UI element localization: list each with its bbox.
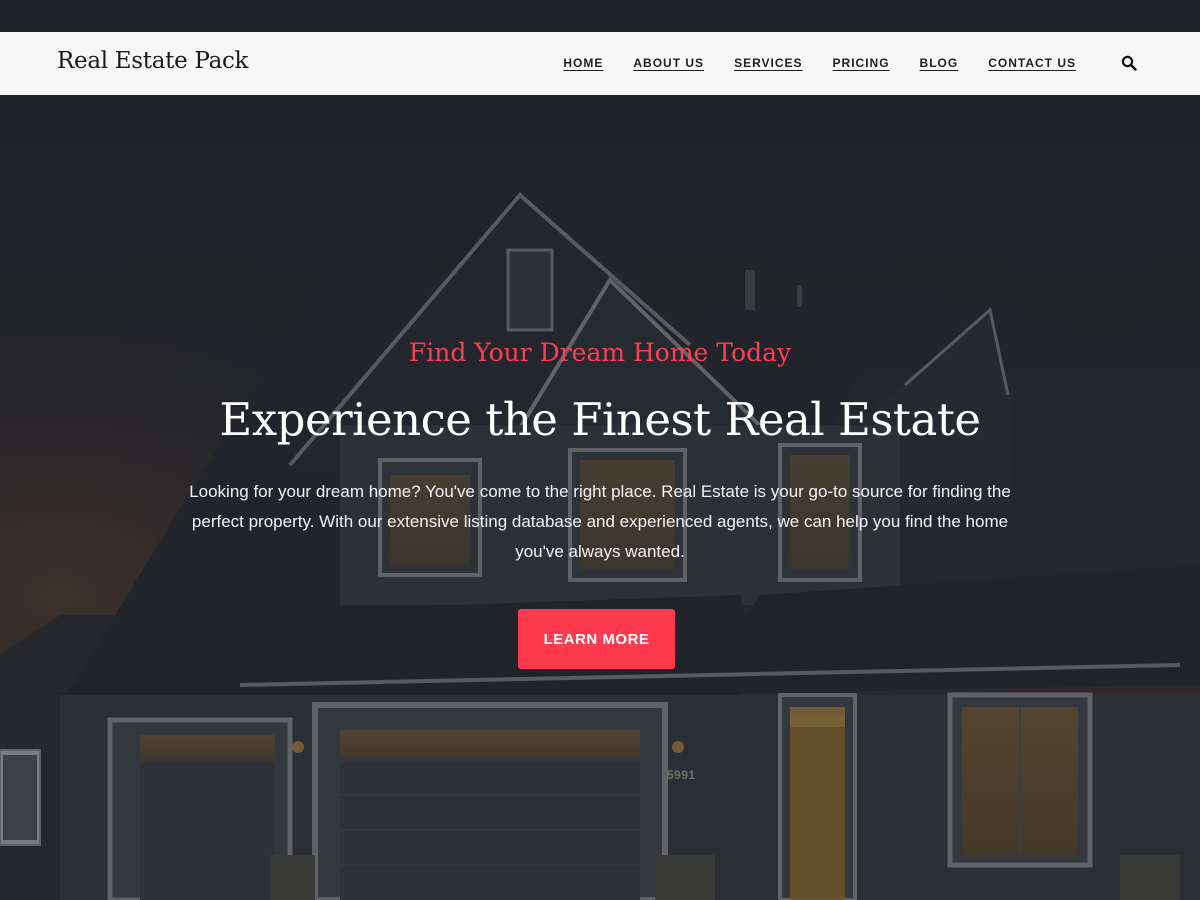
site-brand[interactable]: Real Estate Pack (57, 48, 249, 74)
nav-services[interactable]: SERVICES (734, 56, 802, 70)
nav-pricing[interactable]: PRICING (833, 56, 890, 70)
top-bar (0, 0, 1200, 32)
hero-eyebrow: Find Your Dream Home Today (408, 338, 792, 367)
hero-section: 5991 Find Your Dream Home Today Experien… (0, 95, 1200, 900)
nav-contact-us[interactable]: CONTACT US (988, 56, 1076, 70)
navbar: Real Estate Pack HOME ABOUT US SERVICES … (0, 32, 1200, 95)
search-icon[interactable] (1121, 55, 1137, 71)
hero-headline: Experience the Finest Real Estate (219, 393, 981, 446)
nav-blog[interactable]: BLOG (920, 56, 959, 70)
nav-about-us[interactable]: ABOUT US (633, 56, 704, 70)
hero-description: Looking for your dream home? You've come… (189, 482, 1011, 561)
nav-home[interactable]: HOME (563, 56, 603, 70)
learn-more-button[interactable]: LEARN MORE (518, 609, 675, 669)
main-nav: HOME ABOUT US SERVICES PRICING BLOG CONT… (533, 56, 1076, 70)
